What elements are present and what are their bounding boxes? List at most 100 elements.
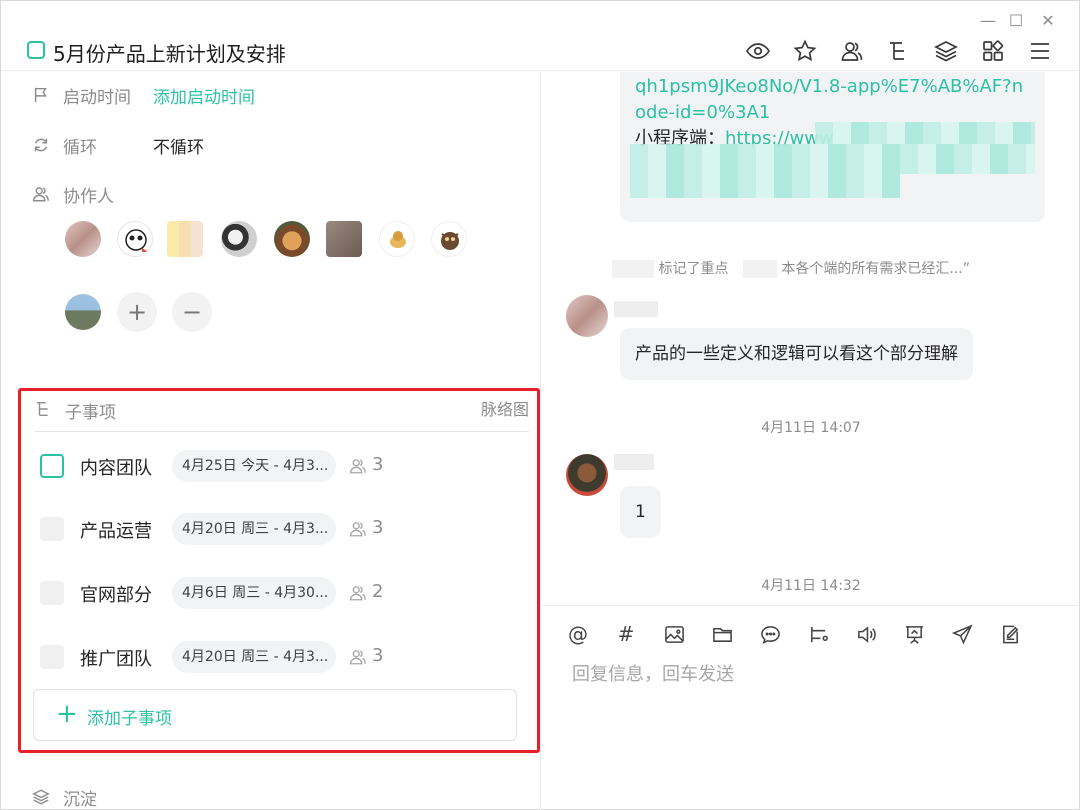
redacted-content [630, 144, 1035, 174]
avatar[interactable] [65, 294, 101, 330]
star-icon[interactable] [790, 37, 820, 65]
subtasks-header: 子事项 脉络图 [35, 394, 529, 432]
avatar[interactable] [566, 454, 608, 496]
subtask-row[interactable]: 产品运营 4月20日 周三 - 4月3... 3 [37, 512, 527, 548]
subtask-row[interactable]: 内容团队 4月25日 今天 - 4月3... 3 [37, 449, 527, 485]
collaborators-field: 协作人 [31, 179, 153, 209]
repeat-value[interactable]: 不循环 [153, 133, 204, 158]
voice-icon[interactable] [854, 622, 878, 646]
presentation-icon[interactable] [902, 622, 926, 646]
subtask-checkbox[interactable] [40, 454, 64, 478]
system-note: 标记了重点 本各个端的所有需求已经汇...” [612, 258, 970, 278]
chat-panel: qh1psm9JKeo8No/V1.8-app%E7%AB%AF?node-id… [542, 72, 1080, 810]
subtask-name: 推广团队 [80, 649, 152, 670]
menu-icon[interactable] [1025, 37, 1055, 65]
at-icon[interactable]: @ [566, 622, 590, 646]
plus-icon: + [56, 699, 78, 729]
image-icon[interactable] [662, 622, 686, 646]
message-link[interactable]: qh1psm9JKeo8No/V1.8-app%E7%AB%AF?node-id… [635, 74, 1030, 126]
subtask-member-count: 3 [372, 645, 384, 666]
repeat-field: 循环 不循环 [31, 130, 204, 160]
avatar[interactable] [379, 221, 415, 257]
subtask-date-range[interactable]: 4月20日 周三 - 4月3... [172, 641, 336, 673]
start-time-field: 启动时间 添加启动时间 [31, 80, 255, 110]
eye-icon[interactable] [743, 37, 773, 65]
subtask-name: 官网部分 [80, 585, 152, 606]
redacted-name [612, 260, 654, 278]
message-timestamp: 4月11日 14:07 [761, 420, 861, 436]
add-start-time-link[interactable]: 添加启动时间 [153, 83, 255, 108]
chat-bubble-icon[interactable] [758, 622, 782, 646]
sender-name [614, 454, 654, 470]
subtask-name: 内容团队 [80, 458, 152, 479]
add-collaborator-button[interactable]: + [117, 292, 157, 332]
marked-important-text: 标记了重点 [658, 261, 729, 277]
subtask-tree-icon[interactable] [884, 37, 914, 65]
task-complete-checkbox[interactable] [27, 41, 45, 59]
avatar[interactable] [65, 221, 101, 257]
subtask-checkbox[interactable] [40, 517, 64, 541]
repeat-icon [31, 135, 51, 155]
subtask-member-count: 3 [372, 517, 384, 538]
folder-icon[interactable] [710, 622, 734, 646]
subtask-row[interactable]: 推广团队 4月20日 周三 - 4月3... 3 [37, 640, 527, 676]
message-bubble: qh1psm9JKeo8No/V1.8-app%E7%AB%AF?node-id… [620, 72, 1045, 222]
redacted-content [815, 122, 1035, 144]
page-title: 5月份产品上新计划及安排 [53, 42, 286, 66]
maximize-button[interactable]: ☐ [1005, 9, 1027, 31]
subtask-member-count: 3 [372, 454, 384, 475]
message-bubble: 1 [620, 486, 661, 538]
layers-icon[interactable] [931, 37, 961, 65]
message-composer: @ # [542, 605, 1080, 810]
people-icon [349, 648, 367, 666]
subtask-date-range[interactable]: 4月6日 周三 - 4月30... [172, 577, 336, 609]
people-icon [349, 584, 367, 602]
repeat-label: 循环 [63, 137, 97, 158]
remove-collaborator-button[interactable]: − [172, 292, 212, 332]
title-bar: 5月份产品上新计划及安排 [1, 31, 1080, 71]
subtask-tree-icon [35, 400, 55, 420]
subtask-checkbox[interactable] [40, 645, 64, 669]
add-subtask-button[interactable]: + 添加子事项 [33, 689, 517, 741]
add-subtask-label: 添加子事项 [87, 709, 172, 729]
subtasks-section: 子事项 脉络图 内容团队 4月25日 今天 - 4月3... 3 产品运营 4月… [18, 388, 540, 753]
redacted-name [742, 260, 777, 278]
subtask-name: 产品运营 [80, 521, 152, 542]
message-bubble: 产品的一些定义和逻辑可以看这个部分理解 [620, 328, 973, 380]
note-edit-icon[interactable] [998, 622, 1022, 646]
subtask-member-count: 2 [372, 581, 384, 602]
subtask-date-range[interactable]: 4月25日 今天 - 4月3... [172, 450, 336, 482]
start-time-label: 启动时间 [63, 87, 131, 108]
avatar[interactable] [326, 221, 362, 257]
subtask-row[interactable]: 官网部分 4月6日 周三 - 4月30... 2 [37, 576, 527, 612]
avatar[interactable] [167, 221, 203, 257]
sediment-field[interactable]: 沉淀 [31, 784, 153, 810]
message-timestamp: 4月11日 14:32 [761, 578, 861, 594]
mindmap-link[interactable]: 脉络图 [481, 396, 529, 420]
members-icon[interactable] [837, 37, 867, 65]
people-icon [349, 457, 367, 475]
close-button[interactable]: ✕ [1037, 9, 1059, 31]
avatar[interactable] [566, 295, 608, 337]
quoted-text: 本各个端的所有需求已经汇...” [781, 261, 970, 277]
avatar[interactable] [117, 221, 153, 257]
hashtag-icon[interactable]: # [614, 622, 638, 646]
subtask-icon[interactable] [806, 622, 830, 646]
subtask-checkbox[interactable] [40, 581, 64, 605]
send-plane-icon[interactable] [950, 622, 974, 646]
flag-icon [31, 85, 51, 105]
subtask-date-range[interactable]: 4月20日 周三 - 4月3... [172, 513, 336, 545]
task-details-panel: 启动时间 添加启动时间 循环 不循环 协作人 + − 子事项 脉络图 内容团队 … [1, 72, 541, 810]
collaborators-label: 协作人 [63, 186, 114, 207]
people-icon [31, 184, 51, 204]
avatar[interactable] [221, 221, 257, 257]
avatar[interactable] [431, 221, 467, 257]
avatar[interactable] [274, 221, 310, 257]
reply-input[interactable] [572, 664, 1052, 685]
task-detail-window: — ☐ ✕ 5月份产品上新计划及安排 启动时间 添加启动时间 循环 不循环 协作… [0, 0, 1080, 810]
composer-toolbar: @ # [566, 622, 1022, 646]
people-icon [349, 520, 367, 538]
apps-icon[interactable] [978, 37, 1008, 65]
subtasks-title: 子事项 [65, 403, 116, 423]
minimize-button[interactable]: — [977, 9, 999, 31]
